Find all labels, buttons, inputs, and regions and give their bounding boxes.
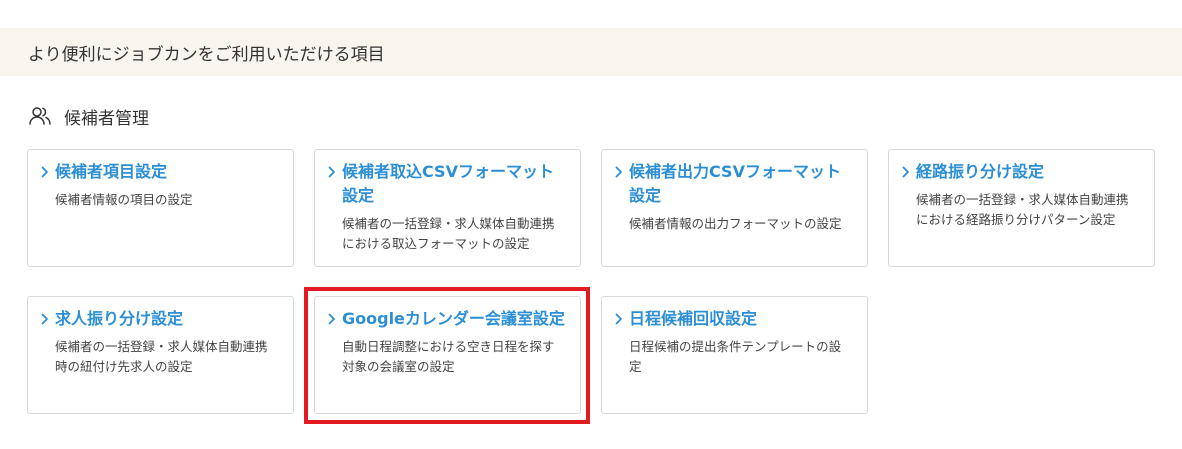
chevron-right-icon <box>328 160 340 184</box>
card-title-row[interactable]: 経路振り分け設定 <box>902 160 1140 184</box>
card-title-row[interactable]: 候補者出力CSVフォーマット設定 <box>615 160 853 208</box>
card-description: 候補者の一括登録・求人媒体自動連携における経路振り分けパターン設定 <box>916 192 1129 227</box>
section-header-candidate-management: 候補者管理 <box>28 102 149 130</box>
users-icon <box>28 104 52 128</box>
card-export-csv-format-settings[interactable]: 候補者出力CSVフォーマット設定 候補者情報の出力フォーマットの設定 <box>601 149 868 267</box>
card-title[interactable]: 候補者項目設定 <box>55 160 279 184</box>
card-title-row[interactable]: 候補者取込CSVフォーマット設定 <box>328 160 566 208</box>
useful-items-banner: より便利にジョブカンをご利用いただける項目 <box>0 28 1182 76</box>
section-title: 候補者管理 <box>64 108 149 129</box>
banner-text: より便利にジョブカンをご利用いただける項目 <box>28 44 385 65</box>
card-title[interactable]: 候補者出力CSVフォーマット設定 <box>629 160 853 208</box>
card-description: 候補者情報の出力フォーマットの設定 <box>629 216 842 231</box>
card-title-row[interactable]: 候補者項目設定 <box>41 160 279 184</box>
card-import-csv-format-settings[interactable]: 候補者取込CSVフォーマット設定 候補者の一括登録・求人媒体自動連携における取込… <box>314 149 581 267</box>
card-schedule-candidate-collection-settings[interactable]: 日程候補回収設定 日程候補の提出条件テンプレートの設定 <box>601 296 868 414</box>
card-title[interactable]: 求人振り分け設定 <box>55 307 279 331</box>
chevron-right-icon <box>41 307 53 331</box>
card-title[interactable]: 経路振り分け設定 <box>916 160 1140 184</box>
card-title[interactable]: 日程候補回収設定 <box>629 307 853 331</box>
card-google-calendar-room-settings[interactable]: Googleカレンダー会議室設定 自動日程調整における空き日程を探す対象の会議室… <box>314 296 581 414</box>
card-title-row[interactable]: 求人振り分け設定 <box>41 307 279 331</box>
chevron-right-icon <box>902 160 914 184</box>
card-description: 候補者情報の項目の設定 <box>55 192 193 207</box>
card-title[interactable]: Googleカレンダー会議室設定 <box>342 307 566 331</box>
chevron-right-icon <box>328 307 340 331</box>
chevron-right-icon <box>615 307 627 331</box>
chevron-right-icon <box>41 160 53 184</box>
card-description: 候補者の一括登録・求人媒体自動連携における取込フォーマットの設定 <box>342 216 555 251</box>
card-candidate-fields-settings[interactable]: 候補者項目設定 候補者情報の項目の設定 <box>27 149 294 267</box>
card-title-row[interactable]: 日程候補回収設定 <box>615 307 853 331</box>
settings-page: より便利にジョブカンをご利用いただける項目 候補者管理 候補者項目設定 候補者情… <box>0 0 1182 449</box>
card-title[interactable]: 候補者取込CSVフォーマット設定 <box>342 160 566 208</box>
card-description: 自動日程調整における空き日程を探す対象の会議室の設定 <box>342 339 555 374</box>
chevron-right-icon <box>615 160 627 184</box>
card-description: 候補者の一括登録・求人媒体自動連携時の紐付け先求人の設定 <box>55 339 268 374</box>
card-description: 日程候補の提出条件テンプレートの設定 <box>629 339 842 374</box>
card-job-sorting-settings[interactable]: 求人振り分け設定 候補者の一括登録・求人媒体自動連携時の紐付け先求人の設定 <box>27 296 294 414</box>
card-title-row[interactable]: Googleカレンダー会議室設定 <box>328 307 566 331</box>
card-route-sorting-settings[interactable]: 経路振り分け設定 候補者の一括登録・求人媒体自動連携における経路振り分けパターン… <box>888 149 1155 267</box>
